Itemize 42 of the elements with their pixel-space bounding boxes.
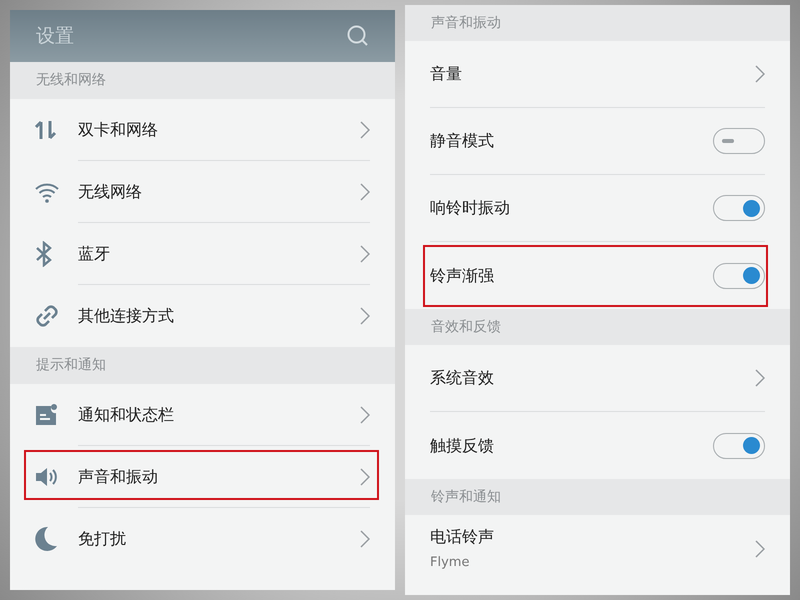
chevron-icon (360, 406, 370, 424)
setting-label: 双卡和网络 (78, 118, 158, 140)
toggle-switch[interactable] (713, 262, 765, 288)
chevron-icon (360, 307, 370, 325)
chevron-icon (360, 244, 370, 262)
section-header: 铃声和通知 (405, 479, 790, 515)
toggle-switch[interactable] (713, 195, 765, 221)
setting-label: 触摸反馈 (430, 434, 494, 456)
setting-label: 静音模式 (430, 130, 494, 152)
setting-label: 通知和状态栏 (78, 404, 174, 426)
chevron-icon (360, 182, 370, 200)
link-icon (34, 303, 60, 329)
chevron-icon (360, 468, 370, 486)
setting-label: 音量 (430, 63, 462, 85)
wifi-icon (34, 181, 60, 203)
setting-label: 电话铃声 (430, 526, 494, 548)
section-header: 声音和振动 (405, 5, 790, 41)
setting-label: 声音和振动 (78, 466, 158, 488)
setting-label: 蓝牙 (78, 242, 110, 264)
setting-label: 免打扰 (78, 528, 126, 550)
chevron-icon (755, 65, 765, 83)
setting-label: 响铃时振动 (430, 197, 510, 219)
setting-label: 其他连接方式 (78, 305, 174, 327)
section-header: 无线和网络 (10, 62, 395, 99)
bluetooth-icon (34, 241, 54, 267)
setting-label: 系统音效 (430, 367, 494, 389)
section-header: 音效和反馈 (405, 309, 790, 345)
chevron-icon (755, 369, 765, 387)
section-header: 提示和通知 (10, 347, 395, 384)
search-icon[interactable] (347, 25, 369, 47)
setting-label: 无线网络 (78, 180, 142, 202)
screen-title: 设置 (36, 24, 74, 49)
chevron-icon (360, 530, 370, 548)
setting-label: 铃声渐强 (430, 264, 494, 286)
chevron-icon (360, 120, 370, 138)
speaker-icon (34, 465, 58, 489)
setting-value: Flyme (430, 554, 470, 572)
toggle-switch[interactable] (713, 432, 765, 458)
toggle-switch[interactable] (713, 128, 765, 154)
moon-icon (34, 526, 58, 552)
chevron-icon (755, 540, 765, 558)
notification-icon (34, 403, 58, 427)
